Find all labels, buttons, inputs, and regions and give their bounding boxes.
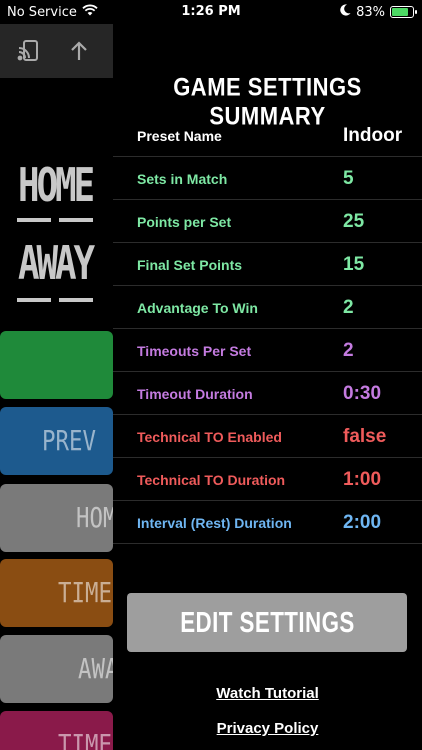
settings-row-value: 1:00 [343,469,382,490]
settings-row-label: Timeouts Per Set [137,343,252,359]
privacy-policy-link[interactable]: Privacy Policy [113,720,422,737]
settings-summary-panel: GAME SETTINGS SUMMARY Preset Name Indoor S… [113,0,422,750]
settings-row-label: Timeout Duration [137,386,253,402]
settings-row: Interval (Rest) Duration 2:00 [113,501,422,544]
settings-row-value: 2 [343,297,354,318]
scoreboard-toolbar [0,24,113,78]
scoreboard-button[interactable]: TIMEO [0,559,113,627]
cast-icon[interactable] [16,38,42,64]
scoreboard-button[interactable]: TIMEO [0,711,113,750]
scoreboard-button-label: TIMEO [58,728,113,750]
away-label: AWAY [18,236,95,290]
settings-row-value: 5 [343,168,354,189]
status-bar: No Service 1:26 PM 83% [0,0,422,24]
settings-row: Preset Name Indoor [113,114,422,157]
settings-row-value: 2 [343,340,354,361]
settings-row: Timeout Duration 0:30 [113,372,422,415]
settings-row-label: Points per Set [137,214,232,230]
edit-settings-button[interactable]: EDIT SETTINGS [127,593,407,652]
settings-row-value: 2:00 [343,512,382,533]
settings-row-label: Technical TO Enabled [137,429,282,445]
home-label: HOME [18,158,95,212]
scoreboard-button[interactable] [0,331,113,399]
settings-row-value: Indoor [343,125,403,146]
scoreboard-button-label: HOM [76,501,113,534]
scoreboard-button-label: PREV [42,424,96,457]
settings-row-label: Advantage To Win [137,300,258,316]
away-score-dashes [17,298,93,302]
home-score-dashes [17,218,93,222]
scoreboard-button-label: AWA [78,652,113,685]
settings-row-value: 25 [343,211,365,232]
settings-row: Points per Set 25 [113,200,422,243]
scoreboard-button-label: TIMEO [58,576,113,609]
watch-tutorial-link[interactable]: Watch Tutorial [113,685,422,702]
settings-row-label: Sets in Match [137,171,228,187]
settings-row-label: Final Set Points [137,257,243,273]
settings-row-value: 0:30 [343,383,382,404]
settings-row-value: 15 [343,254,365,275]
settings-row-label: Interval (Rest) Duration [137,515,292,531]
moon-icon [340,4,351,20]
settings-row-label: Preset Name [137,128,222,144]
battery-charging-icon [390,6,417,18]
settings-row: Timeouts Per Set 2 [113,329,422,372]
settings-row-label: Technical TO Duration [137,472,286,488]
settings-row-value: false [343,426,387,447]
scoreboard-background: HOME AWAY PREV HOM TIMEO AWA TIMEO [0,0,113,750]
scoreboard-button[interactable]: AWA [0,635,113,703]
battery-percent: 83% [356,4,385,20]
scoreboard-button[interactable]: HOM [0,484,113,552]
settings-row: Final Set Points 15 [113,243,422,286]
settings-list: Preset Name Indoor Sets in Match 5 Points pe… [113,114,422,544]
edit-settings-label: EDIT SETTINGS [179,605,355,639]
settings-row: Technical TO Enabled false [113,415,422,458]
scoreboard-button[interactable]: PREV [0,407,113,475]
settings-row: Advantage To Win 2 [113,286,422,329]
upload-arrow-icon[interactable] [66,38,92,64]
settings-row: Sets in Match 5 [113,157,422,200]
settings-row: Technical TO Duration 1:00 [113,458,422,501]
